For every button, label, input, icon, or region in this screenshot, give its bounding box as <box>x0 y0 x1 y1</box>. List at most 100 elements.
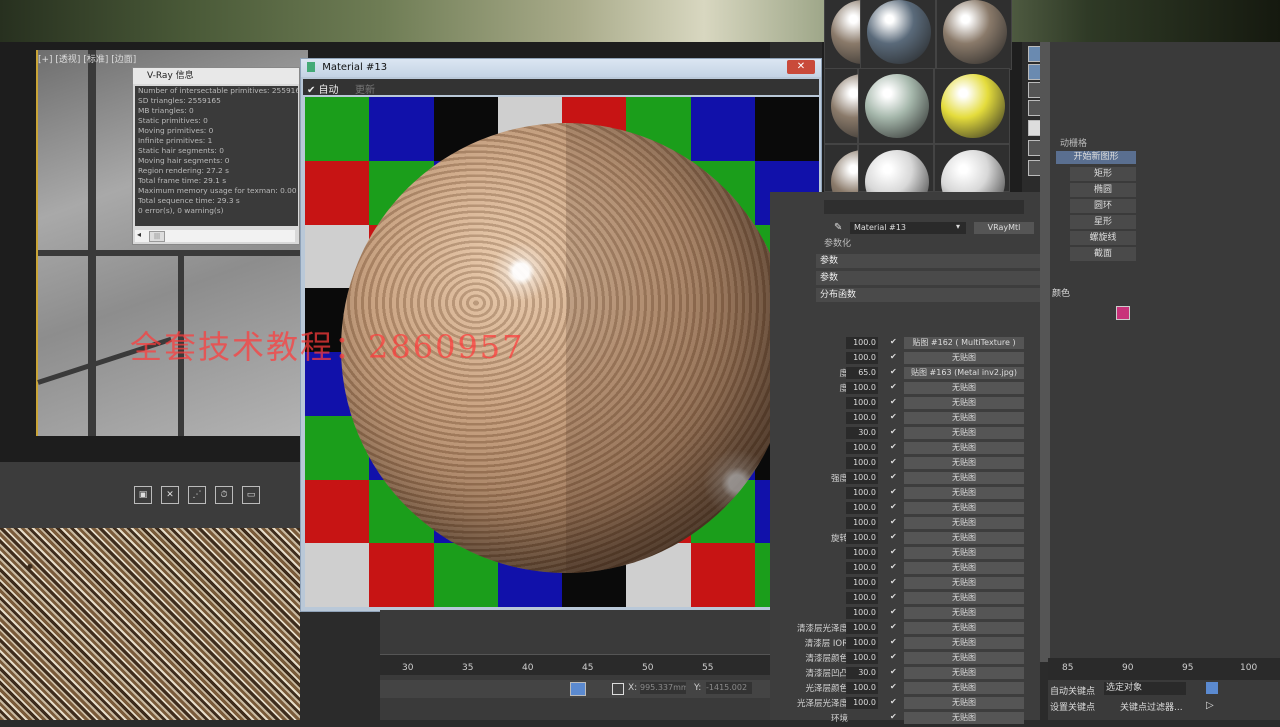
rollout-basic-params[interactable]: 参数 <box>816 254 1044 268</box>
map-slot-button[interactable]: 无贴图 <box>904 547 1024 559</box>
map-enable-checkbox[interactable]: ✔ <box>890 637 897 646</box>
map-amount-field[interactable]: 100.0 <box>846 592 878 604</box>
selected-object-dropdown[interactable]: 选定对象 <box>1104 682 1186 695</box>
color-swatch[interactable] <box>1116 306 1130 320</box>
rollout-brdf[interactable]: 分布函数 <box>816 288 1044 302</box>
map-enable-checkbox[interactable]: ✔ <box>890 442 897 451</box>
map-slot-button[interactable]: 无贴图 <box>904 382 1024 394</box>
map-enable-checkbox[interactable]: ✔ <box>890 487 897 496</box>
map-slot-button[interactable]: 无贴图 <box>904 592 1024 604</box>
map-slot-button[interactable]: 无贴图 <box>904 397 1024 409</box>
material-window-titlebar[interactable]: Material #13 ✕ <box>301 59 821 77</box>
map-amount-field[interactable]: 100.0 <box>846 457 878 469</box>
map-slot-button[interactable]: 无贴图 <box>904 652 1024 664</box>
map-slot-button[interactable]: 无贴图 <box>904 502 1024 514</box>
map-enable-checkbox[interactable]: ✔ <box>890 607 897 616</box>
eyedropper-icon[interactable]: ✎ <box>834 222 842 233</box>
map-enable-checkbox[interactable]: ✔ <box>890 427 897 436</box>
map-slot-button[interactable]: 无贴图 <box>904 712 1024 724</box>
close-button[interactable]: ✕ <box>787 60 815 74</box>
map-amount-field[interactable]: 30.0 <box>846 667 878 679</box>
map-slot-button[interactable]: 无贴图 <box>904 682 1024 694</box>
map-amount-field[interactable]: 100.0 <box>846 682 878 694</box>
map-enable-checkbox[interactable]: ✔ <box>890 532 897 541</box>
selection-lock-icon[interactable] <box>570 682 586 696</box>
map-enable-checkbox[interactable]: ✔ <box>890 577 897 586</box>
y-coordinate-field[interactable]: -1415.002 <box>706 682 752 694</box>
map-slot-button[interactable]: 无贴图 <box>904 637 1024 649</box>
auto-key-button[interactable]: 自动关键点 <box>1050 684 1095 697</box>
map-enable-checkbox[interactable]: ✔ <box>890 352 897 361</box>
map-slot-button[interactable]: 无贴图 <box>904 352 1024 364</box>
rectangle-button[interactable]: 矩形 <box>1070 167 1136 181</box>
map-enable-checkbox[interactable]: ✔ <box>890 562 897 571</box>
export-icon[interactable]: ✕ <box>161 486 179 504</box>
play-icon[interactable]: ▷ <box>1206 700 1214 711</box>
map-amount-field[interactable]: 100.0 <box>846 637 878 649</box>
map-amount-field[interactable]: 100.0 <box>846 607 878 619</box>
map-amount-field[interactable]: 100.0 <box>846 442 878 454</box>
scroll-left-button[interactable]: ◂ <box>137 230 141 239</box>
map-amount-field[interactable]: 100.0 <box>846 382 878 394</box>
rollout-params[interactable]: 参数 <box>816 271 1044 285</box>
material-slot[interactable] <box>824 144 895 214</box>
map-amount-field[interactable]: 100.0 <box>846 532 878 544</box>
map-amount-field[interactable]: 100.0 <box>846 502 878 514</box>
ellipse-button[interactable]: 椭圆 <box>1070 183 1136 197</box>
map-amount-field[interactable]: 100.0 <box>846 652 878 664</box>
update-button[interactable]: 更新 <box>355 81 375 96</box>
window-icon[interactable]: ▭ <box>242 486 260 504</box>
map-slot-button[interactable]: 贴图 #163 (Metal inv2.jpg) <box>904 367 1024 379</box>
map-slot-button[interactable]: 无贴图 <box>904 667 1024 679</box>
auto-update-checkbox[interactable]: ✔ 自动 <box>307 81 339 96</box>
map-amount-field[interactable]: 100.0 <box>846 397 878 409</box>
map-enable-checkbox[interactable]: ✔ <box>890 472 897 481</box>
map-enable-checkbox[interactable]: ✔ <box>890 547 897 556</box>
map-enable-checkbox[interactable]: ✔ <box>890 337 897 346</box>
map-amount-field[interactable]: 100.0 <box>846 697 878 709</box>
map-slot-button[interactable]: 无贴图 <box>904 442 1024 454</box>
material-slot[interactable] <box>936 0 1012 70</box>
map-slot-button[interactable]: 无贴图 <box>904 607 1024 619</box>
material-slot[interactable] <box>860 0 936 70</box>
map-slot-button[interactable]: 无贴图 <box>904 517 1024 529</box>
map-amount-field[interactable]: 100.0 <box>846 547 878 559</box>
map-enable-checkbox[interactable]: ✔ <box>890 592 897 601</box>
map-enable-checkbox[interactable]: ✔ <box>890 382 897 391</box>
map-slot-button[interactable]: 无贴图 <box>904 457 1024 469</box>
scroll-thumb[interactable]: ||| <box>149 231 165 242</box>
map-enable-checkbox[interactable]: ✔ <box>890 667 897 676</box>
map-enable-checkbox[interactable]: ✔ <box>890 682 897 691</box>
map-amount-field[interactable]: 100.0 <box>846 517 878 529</box>
map-slot-button[interactable]: 无贴图 <box>904 622 1024 634</box>
section-button[interactable]: 截面 <box>1070 247 1136 261</box>
map-amount-field[interactable]: 100.0 <box>846 352 878 364</box>
map-enable-checkbox[interactable]: ✔ <box>890 457 897 466</box>
coordinate-mode-icon[interactable] <box>612 683 624 695</box>
set-key-button[interactable]: 设置关键点 <box>1050 700 1095 713</box>
map-enable-checkbox[interactable]: ✔ <box>890 412 897 421</box>
select-icon[interactable]: ⋰ <box>188 486 206 504</box>
map-amount-field[interactable]: 30.0 <box>846 427 878 439</box>
star-button[interactable]: 星形 <box>1070 215 1136 229</box>
material-name-field[interactable]: Material #13 <box>850 222 966 234</box>
zoom-icon[interactable] <box>1206 682 1218 694</box>
map-amount-field[interactable]: 100.0 <box>846 577 878 589</box>
map-amount-field[interactable]: 100.0 <box>846 562 878 574</box>
map-slot-button[interactable]: 贴图 #162 ( MultiTexture ) <box>904 337 1024 349</box>
material-type-button[interactable]: VRayMtl <box>974 222 1034 234</box>
map-slot-button[interactable]: 无贴图 <box>904 412 1024 424</box>
map-amount-field[interactable]: 100.0 <box>846 622 878 634</box>
map-enable-checkbox[interactable]: ✔ <box>890 397 897 406</box>
map-slot-button[interactable]: 无贴图 <box>904 532 1024 544</box>
map-enable-checkbox[interactable]: ✔ <box>890 517 897 526</box>
map-slot-button[interactable]: 无贴图 <box>904 562 1024 574</box>
start-new-shape-button[interactable]: 开始新图形 <box>1056 151 1136 164</box>
map-enable-checkbox[interactable]: ✔ <box>890 697 897 706</box>
horizontal-scrollbar[interactable]: ◂ ||| <box>135 230 295 242</box>
map-amount-field[interactable]: 100.0 <box>846 337 878 349</box>
x-coordinate-field[interactable]: 995.337mm <box>640 682 686 694</box>
material-slot[interactable] <box>858 68 934 144</box>
material-slot[interactable] <box>824 68 895 144</box>
map-slot-button[interactable]: 无贴图 <box>904 472 1024 484</box>
